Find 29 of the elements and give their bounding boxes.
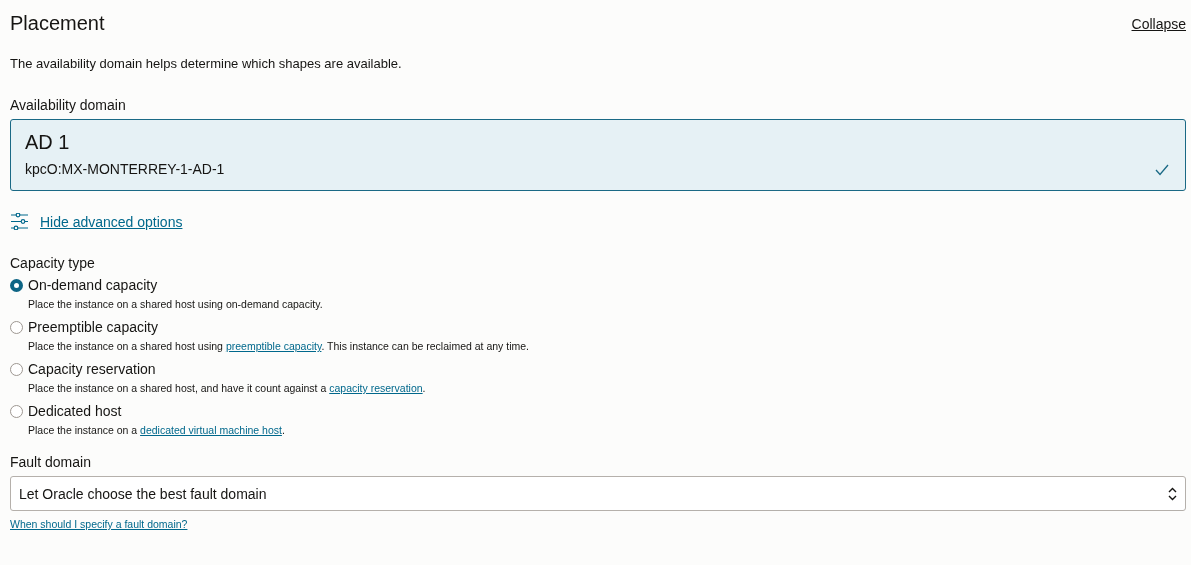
option-label: On-demand capacity [28,277,158,293]
domain-id: kpcO:MX-MONTERREY-1-AD-1 [25,161,225,177]
description-link[interactable]: dedicated virtual machine host [140,424,282,436]
domain-card[interactable]: AD 1 kpcO:MX-MONTERREY-1-AD-1 [10,119,1186,191]
radio-button[interactable] [10,362,23,376]
description-link[interactable]: capacity reservation [329,382,423,394]
option-description: Place the instance on a dedicated virtual machine host. [28,424,286,436]
collapse-link[interactable]: Collapse [1131,15,1186,32]
field-label: Fault domain [10,454,92,470]
chevron-updown-icon [1168,486,1177,501]
radio-button[interactable] [10,404,23,418]
check-icon [1155,164,1169,176]
option-description: Place the instance on a shared host using preemptible capacity. This instance can be reclaimed at any time. [28,340,530,352]
option-description: Place the instance on a shared host using on-demand capacity. [28,298,324,310]
field-label: Availability domain [10,97,127,113]
fault-domain-select[interactable]: Let Oracle choose the best fault domain [10,476,1186,511]
sliders-icon [10,213,29,230]
advanced-options-link[interactable]: Hide advanced options [40,213,183,230]
option-description: Place the instance on a shared host, and have it count against a capacity reservation. [28,382,427,394]
option-label: Capacity reservation [28,361,156,377]
field-label: Capacity type [10,255,96,271]
domain-name: AD 1 [25,131,70,154]
section-description: The availability domain helps determine which shapes are available. [10,56,403,71]
radio-button[interactable] [10,278,23,292]
radio-button[interactable] [10,320,23,334]
fault-domain-help-link[interactable]: When should I specify a fault domain? [10,518,188,530]
option-label: Preemptible capacity [28,319,158,335]
option-label: Dedicated host [28,403,122,419]
section-title: Placement [10,12,105,35]
